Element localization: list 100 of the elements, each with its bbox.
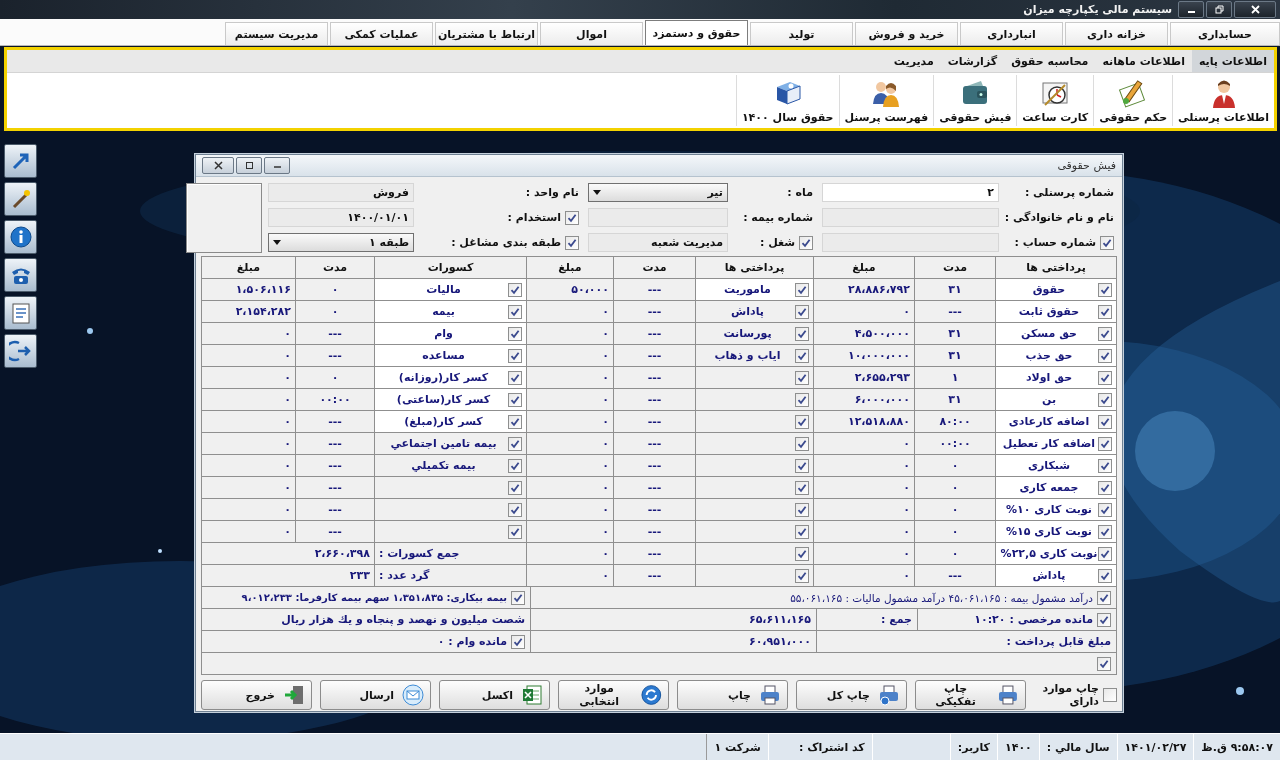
checkbox[interactable] [565,235,579,250]
close-button[interactable] [202,157,234,174]
ribbon-tab[interactable]: گزارشات [940,50,1005,72]
checkbox[interactable] [508,414,522,429]
checkbox[interactable] [1097,612,1111,627]
toolbar-button[interactable] [4,296,37,330]
toolbar-button[interactable] [4,258,37,292]
dropdown[interactable]: طبقه ۱ [268,233,414,252]
ribbon-button[interactable]: حکم حقوقی [1093,75,1173,126]
action-button[interactable]: چاپ [677,680,788,710]
ribbon-tab[interactable]: محاسبه حقوق [1004,50,1096,72]
toolbar-button[interactable] [4,182,37,216]
menu-tab[interactable]: اموال [540,22,643,45]
checkbox[interactable] [508,326,522,341]
checkbox[interactable] [1098,392,1112,407]
action-button[interactable]: موارد انتخابی [558,680,669,710]
checkbox[interactable] [795,414,809,429]
checkbox[interactable] [1098,304,1112,319]
toolbar-button[interactable] [4,220,37,254]
checkbox[interactable] [565,210,579,225]
ribbon-button[interactable]: حقوق سال ۱۴۰۰ [735,75,839,126]
checkbox[interactable] [795,392,809,407]
minimize-button[interactable] [1178,1,1204,18]
restore-button[interactable] [1206,1,1232,18]
checkbox[interactable] [1098,326,1112,341]
menu-tab[interactable]: مدیریت سیستم [225,22,328,45]
menu-tab[interactable]: خرید و فروش [855,22,958,45]
checkbox[interactable] [1098,502,1112,517]
checkbox[interactable] [795,304,809,319]
input-field[interactable]: فروش [268,183,414,202]
checkbox[interactable] [795,502,809,517]
checkbox[interactable] [1098,568,1112,583]
action-button[interactable]: ارسال [320,680,431,710]
input-field[interactable]: ۱۴۰۰/۰۱/۰۱ [268,208,414,227]
checkbox[interactable] [1097,590,1111,605]
ribbon-tab[interactable]: اطلاعات ماهانه [1095,50,1192,72]
ribbon-button[interactable]: فیش حقوقی [933,75,1017,126]
checkbox[interactable] [795,458,809,473]
ribbon-button[interactable]: اطلاعات پرسنلی [1172,75,1274,126]
input-field[interactable]: ۲ [822,183,999,202]
checkbox[interactable] [508,282,522,297]
table-cell: --- [614,367,695,388]
action-button[interactable]: اکسل [439,680,550,710]
checkbox[interactable] [795,282,809,297]
menu-tab[interactable]: خزانه داری [1065,22,1168,45]
checkbox[interactable] [795,524,809,539]
checkbox[interactable] [511,590,525,605]
checkbox[interactable] [508,480,522,495]
ribbon-button[interactable]: کارت ساعت [1016,75,1094,126]
checkbox[interactable] [508,436,522,451]
dropdown[interactable]: تیر [588,183,728,202]
checkbox[interactable] [511,634,525,649]
checkbox[interactable] [1103,688,1117,702]
ribbon-tab[interactable]: مدیریت [886,50,941,72]
action-button[interactable]: خروج [201,680,312,710]
checkbox[interactable] [1097,656,1111,671]
input-field[interactable] [822,233,999,252]
checkbox[interactable] [1098,282,1112,297]
checkbox[interactable] [795,568,809,583]
ribbon-tab[interactable]: اطلاعات پایه [1191,50,1274,72]
menu-tab[interactable]: عملیات کمکی [330,22,433,45]
checkbox[interactable] [795,546,809,561]
menu-tab[interactable]: ارتباط با مشتریان [435,22,538,45]
checkbox[interactable] [508,524,522,539]
checkbox[interactable] [508,392,522,407]
checkbox[interactable] [1098,370,1112,385]
input-field[interactable] [822,208,999,227]
checkbox[interactable] [508,370,522,385]
checkbox[interactable] [1100,235,1114,250]
input-field[interactable] [588,208,728,227]
checkbox[interactable] [799,235,813,250]
checkbox[interactable] [508,458,522,473]
action-button[interactable]: چاپ تفکیکی [915,680,1026,710]
menu-tab[interactable]: تولید [750,22,853,45]
checkbox[interactable] [1098,414,1112,429]
checkbox[interactable] [1098,546,1112,561]
checkbox[interactable] [1098,480,1112,495]
menu-tab[interactable]: حقوق و دستمزد [645,20,748,45]
checkbox[interactable] [795,326,809,341]
ribbon-button[interactable]: فهرست پرسنل [838,75,934,126]
checkbox[interactable] [795,436,809,451]
checkbox[interactable] [1098,524,1112,539]
checkbox[interactable] [508,348,522,363]
menu-tab[interactable]: حسابداری [1170,22,1280,45]
checkbox[interactable] [1098,458,1112,473]
close-button[interactable] [1234,1,1276,18]
checkbox[interactable] [1098,348,1112,363]
checkbox[interactable] [1098,436,1112,451]
item-name: پورسانت [722,327,773,340]
checkbox[interactable] [795,348,809,363]
restore-button[interactable] [236,157,262,174]
toolbar-button[interactable] [4,144,37,178]
checkbox[interactable] [795,480,809,495]
input-field[interactable]: مدیریت شعبه [588,233,728,252]
toolbar-button[interactable] [4,334,37,368]
checkbox[interactable] [795,370,809,385]
menu-tab[interactable]: انبارداری [960,22,1063,45]
checkbox[interactable] [508,304,522,319]
action-button[interactable]: چاپ کل [796,680,907,710]
checkbox[interactable] [508,502,522,517]
